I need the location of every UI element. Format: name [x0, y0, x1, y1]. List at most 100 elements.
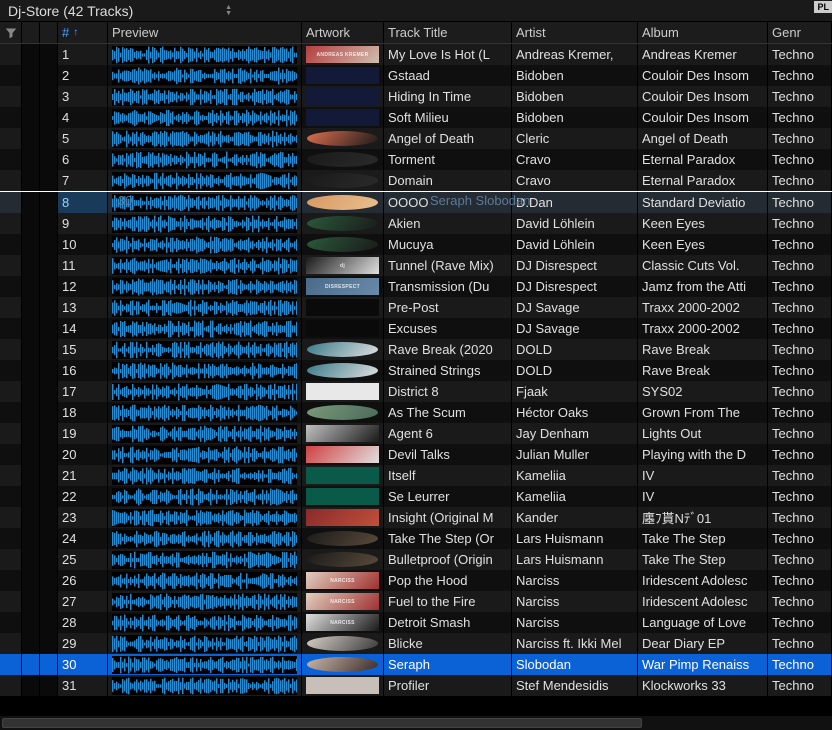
row-cover-cell: [40, 234, 58, 255]
track-row[interactable]: 26 NARCISS Pop the Hood Narciss Iridesce…: [0, 570, 832, 591]
number-column-header[interactable]: # ↑: [58, 22, 108, 43]
track-row[interactable]: 25 Bulletproof (Origin Lars Huismann Tak…: [0, 549, 832, 570]
track-row[interactable]: 3 Hiding In Time Bidoben Couloir Des Ins…: [0, 86, 832, 107]
row-waveform[interactable]: [108, 423, 302, 444]
track-row[interactable]: 20 Devil Talks Julian Muller Playing wit…: [0, 444, 832, 465]
row-waveform[interactable]: [108, 339, 302, 360]
track-row[interactable]: 28 NARCISS Detroit Smash Narciss Languag…: [0, 612, 832, 633]
row-title: As The Scum: [384, 402, 512, 423]
row-album: Rave Break: [638, 360, 768, 381]
row-waveform[interactable]: [108, 192, 302, 213]
track-row[interactable]: 16 Strained Strings DOLD Rave Break Tech…: [0, 360, 832, 381]
row-cover-cell: [40, 444, 58, 465]
track-row[interactable]: 29 Blicke Narciss ft. Ikki Mel Dear Diar…: [0, 633, 832, 654]
playlist-dropdown[interactable]: Dj-Store (42 Tracks) ▲▼: [0, 0, 240, 21]
row-waveform[interactable]: [108, 465, 302, 486]
row-genre: Techno: [768, 86, 832, 107]
track-row[interactable]: 4 Soft Milieu Bidoben Couloir Des Insom …: [0, 107, 832, 128]
artwork-thumbnail: [307, 173, 378, 188]
artwork-column-header[interactable]: Artwork: [302, 22, 384, 43]
filter-column-header[interactable]: [0, 22, 22, 43]
track-row[interactable]: 15 Rave Break (2020 DOLD Rave Break Tech…: [0, 339, 832, 360]
track-row[interactable]: 7 Domain Cravo Eternal Paradox Techno: [0, 170, 832, 191]
row-waveform[interactable]: [108, 86, 302, 107]
row-waveform[interactable]: [108, 276, 302, 297]
artist-column-header[interactable]: Artist: [512, 22, 638, 43]
horizontal-scrollbar[interactable]: [0, 716, 832, 730]
row-cover-cell: [40, 381, 58, 402]
row-artwork: [302, 149, 384, 170]
row-waveform[interactable]: [108, 675, 302, 696]
genre-column-header[interactable]: Genr: [768, 22, 832, 43]
row-marker-cell: [22, 633, 40, 654]
track-row[interactable]: 9 Akien David Löhlein Keen Eyes Techno: [0, 213, 832, 234]
track-row[interactable]: 12 DISRESPECT Transmission (Du DJ Disres…: [0, 276, 832, 297]
row-waveform[interactable]: [108, 507, 302, 528]
row-waveform[interactable]: [108, 549, 302, 570]
row-waveform[interactable]: [108, 591, 302, 612]
row-marker-cell: [22, 234, 40, 255]
track-row[interactable]: 18 As The Scum Héctor Oaks Grown From Th…: [0, 402, 832, 423]
cover-column-header[interactable]: [40, 22, 58, 43]
row-waveform[interactable]: [108, 128, 302, 149]
track-row[interactable]: 10 Mucuya David Löhlein Keen Eyes Techno: [0, 234, 832, 255]
row-marker-cell: [22, 192, 40, 213]
row-genre: Techno: [768, 149, 832, 170]
row-waveform[interactable]: [108, 633, 302, 654]
track-row[interactable]: 24 Take The Step (Or Lars Huismann Take …: [0, 528, 832, 549]
row-album: Dear Diary EP: [638, 633, 768, 654]
track-row[interactable]: 27 NARCISS Fuel to the Fire Narciss Irid…: [0, 591, 832, 612]
row-waveform[interactable]: [108, 255, 302, 276]
row-marker-cell: [22, 128, 40, 149]
track-row[interactable]: 8 OOOO D.Dan Standard Deviatio Techno 30: [0, 192, 832, 213]
row-artwork: [302, 444, 384, 465]
track-row[interactable]: 1 ANDREAS KREMER My Love Is Hot (L Andre…: [0, 44, 832, 65]
track-row[interactable]: 30 Seraph Slobodan War Pimp Renaiss Tech…: [0, 654, 832, 675]
row-artwork: [302, 549, 384, 570]
row-waveform[interactable]: [108, 44, 302, 65]
row-genre: Techno: [768, 654, 832, 675]
row-waveform[interactable]: [108, 297, 302, 318]
row-waveform[interactable]: [108, 170, 302, 191]
row-album: Keen Eyes: [638, 213, 768, 234]
row-waveform[interactable]: [108, 149, 302, 170]
track-row[interactable]: 2 Gstaad Bidoben Couloir Des Insom Techn…: [0, 65, 832, 86]
preview-column-header[interactable]: Preview: [108, 22, 302, 43]
row-artwork: [302, 528, 384, 549]
marker-column-header[interactable]: [22, 22, 40, 43]
row-waveform[interactable]: [108, 612, 302, 633]
row-waveform[interactable]: [108, 318, 302, 339]
row-waveform[interactable]: [108, 381, 302, 402]
track-row[interactable]: 14 Excuses DJ Savage Traxx 2000-2002 Tec…: [0, 318, 832, 339]
album-column-header[interactable]: Album: [638, 22, 768, 43]
row-waveform[interactable]: [108, 234, 302, 255]
row-number: 9: [58, 213, 108, 234]
row-waveform[interactable]: [108, 528, 302, 549]
row-waveform[interactable]: [108, 654, 302, 675]
row-waveform[interactable]: [108, 486, 302, 507]
track-row[interactable]: 23 Insight (Original M Kander 廛ﾌ貰Nﾃﾞ01 T…: [0, 507, 832, 528]
row-album: Keen Eyes: [638, 234, 768, 255]
row-marker-cell: [22, 675, 40, 696]
track-row[interactable]: 11 dj Tunnel (Rave Mix) DJ Disrespect Cl…: [0, 255, 832, 276]
row-title: Se Leurrer: [384, 486, 512, 507]
row-waveform[interactable]: [108, 107, 302, 128]
row-waveform[interactable]: [108, 402, 302, 423]
track-row[interactable]: 31 Profiler Stef Mendesidis Klockworks 3…: [0, 675, 832, 696]
scrollbar-thumb[interactable]: [2, 718, 642, 728]
row-waveform[interactable]: [108, 65, 302, 86]
row-waveform[interactable]: [108, 213, 302, 234]
track-row[interactable]: 6 Torment Cravo Eternal Paradox Techno: [0, 149, 832, 170]
row-waveform[interactable]: [108, 444, 302, 465]
track-row[interactable]: 5 Angel of Death Cleric Angel of Death T…: [0, 128, 832, 149]
track-row[interactable]: 21 Itself Kameliia IV Techno: [0, 465, 832, 486]
title-column-header[interactable]: Track Title: [384, 22, 512, 43]
row-waveform[interactable]: [108, 360, 302, 381]
track-row[interactable]: 13 Pre-Post DJ Savage Traxx 2000-2002 Te…: [0, 297, 832, 318]
track-row[interactable]: 17 District 8 Fjaak SYS02 Techno: [0, 381, 832, 402]
artwork-thumbnail: [307, 531, 378, 546]
row-waveform[interactable]: [108, 570, 302, 591]
track-row[interactable]: 19 Agent 6 Jay Denham Lights Out Techno: [0, 423, 832, 444]
track-row[interactable]: 22 Se Leurrer Kameliia IV Techno: [0, 486, 832, 507]
pl-button[interactable]: PL: [814, 1, 832, 13]
